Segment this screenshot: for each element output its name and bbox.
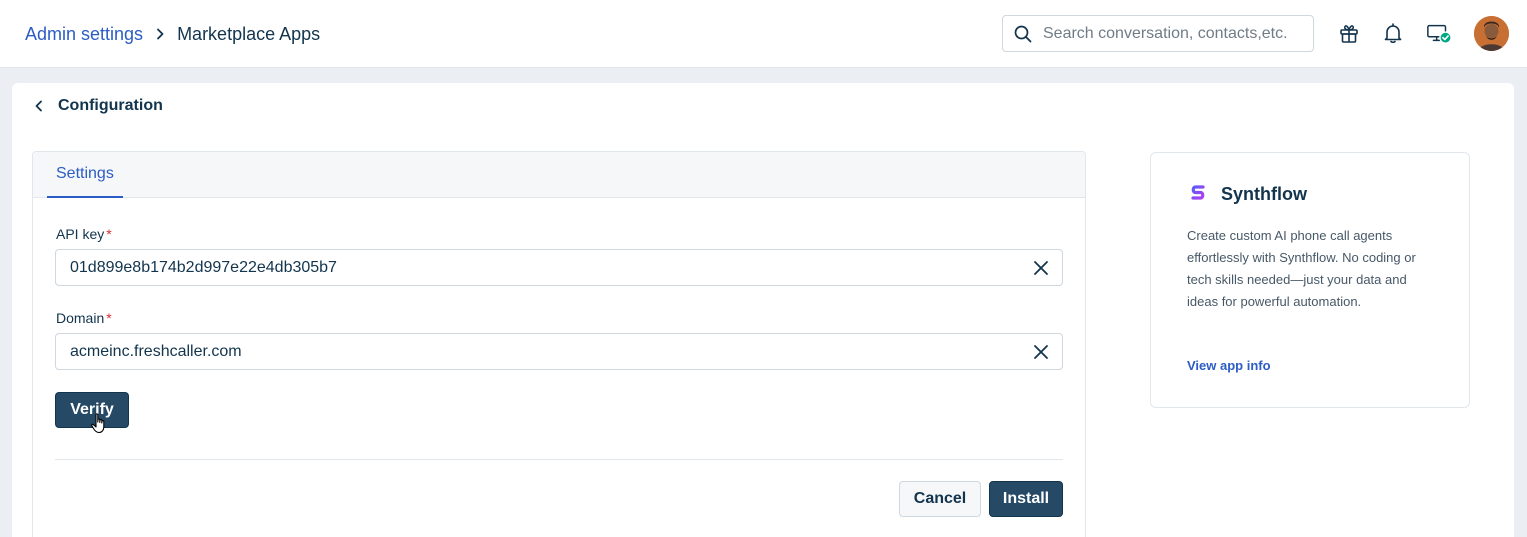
cancel-button[interactable]: Cancel — [899, 481, 981, 517]
gift-icon[interactable] — [1336, 20, 1362, 46]
required-marker: * — [106, 310, 112, 326]
view-app-info-link[interactable]: View app info — [1187, 358, 1271, 373]
breadcrumb-marketplace-apps: Marketplace Apps — [177, 23, 321, 44]
app-header: Synthflow — [1187, 183, 1307, 205]
page-title: Configuration — [58, 97, 163, 114]
settings-panel: Settings API key* Domain* Verify Cancel … — [32, 151, 1086, 537]
breadcrumb: Admin settings Marketplace Apps — [25, 22, 320, 46]
search-icon — [1014, 25, 1032, 43]
tab-bar: Settings — [33, 152, 1085, 198]
install-button[interactable]: Install — [989, 481, 1063, 517]
clear-domain-icon[interactable] — [1032, 343, 1050, 361]
app-name: Synthflow — [1221, 183, 1307, 204]
app-description: Create custom AI phone call agents effor… — [1187, 228, 1416, 309]
app-info-card: Synthflow Create custom AI phone call ag… — [1150, 152, 1470, 408]
top-header: Admin settings Marketplace Apps — [0, 0, 1527, 68]
monitor-status-icon[interactable] — [1426, 20, 1452, 46]
avatar[interactable] — [1474, 16, 1509, 51]
tab-settings[interactable]: Settings — [47, 152, 123, 198]
chevron-right-icon — [155, 28, 165, 40]
bell-icon[interactable] — [1380, 20, 1406, 46]
synthflow-logo-icon — [1187, 183, 1209, 205]
api-key-input[interactable] — [70, 258, 1010, 277]
page-header: Configuration — [34, 95, 163, 117]
clear-api-key-icon[interactable] — [1032, 259, 1050, 277]
domain-label: Domain * — [56, 310, 112, 326]
breadcrumb-admin-settings[interactable]: Admin settings — [25, 24, 143, 45]
back-arrow-icon[interactable] — [34, 99, 48, 113]
divider — [55, 459, 1063, 460]
api-key-field[interactable] — [55, 249, 1063, 286]
domain-field[interactable] — [55, 333, 1063, 370]
search-input[interactable] — [1043, 24, 1313, 43]
api-key-label: API key * — [56, 226, 112, 242]
required-marker: * — [106, 226, 112, 242]
domain-input[interactable] — [70, 342, 1010, 361]
configuration-card: Configuration Settings API key* Domain* … — [12, 83, 1514, 537]
global-search[interactable] — [1002, 15, 1314, 52]
hand-cursor-icon — [91, 413, 109, 435]
